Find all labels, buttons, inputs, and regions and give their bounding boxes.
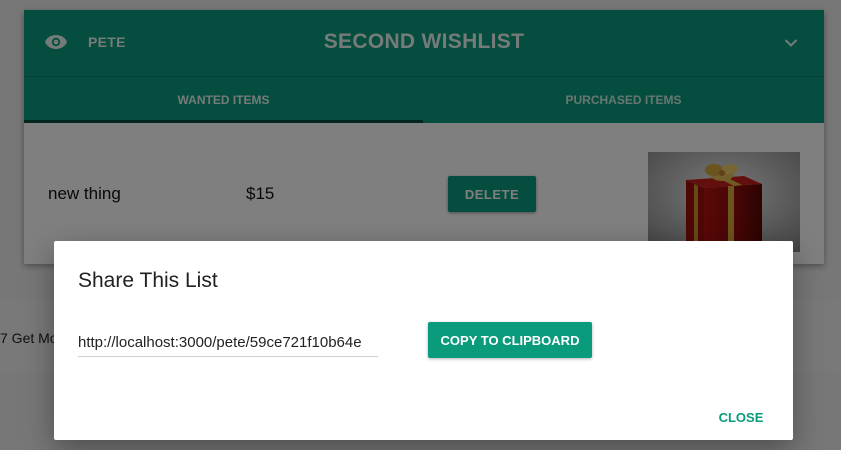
close-button[interactable]: CLOSE — [706, 401, 776, 433]
copy-to-clipboard-button[interactable]: COPY TO CLIPBOARD — [428, 322, 592, 358]
share-url-input[interactable] — [78, 328, 378, 357]
dialog-title: Share This List — [78, 269, 218, 292]
share-dialog: Share This List COPY TO CLIPBOARD CLOSE — [54, 241, 793, 440]
